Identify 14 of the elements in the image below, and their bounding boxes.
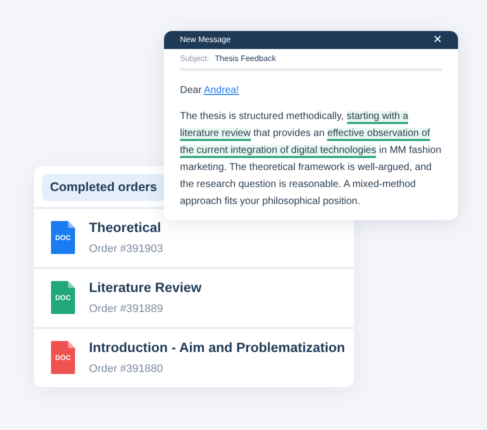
order-title: Literature Review	[89, 278, 202, 297]
window-title: New Message	[180, 34, 231, 46]
order-title: Theoretical	[89, 218, 162, 237]
greeting-text: Dear Andrea!	[180, 84, 240, 98]
order-title: Introduction - Aim and Problematization	[89, 338, 345, 357]
order-number: Order #391903	[89, 242, 163, 258]
close-button[interactable]: ✕	[433, 34, 442, 46]
order-number: Order #391889	[89, 302, 164, 318]
order-number: Order #391880	[89, 362, 164, 378]
subject-label: Subject:	[180, 52, 209, 64]
recipient-link[interactable]: Andrea!	[204, 85, 239, 96]
message-body: The thesis is structured methodically, starting with a literature review that provides an effective observation of the current integration of digital technologies in MM fashion marketing. The theoretical framework is well-argued, and the research question is reasonable. A mixed-method approach fits your philosophical position.	[180, 110, 442, 209]
orders-heading: Completed orders	[42, 174, 165, 201]
subject-value: Thesis Feedback	[214, 52, 276, 64]
